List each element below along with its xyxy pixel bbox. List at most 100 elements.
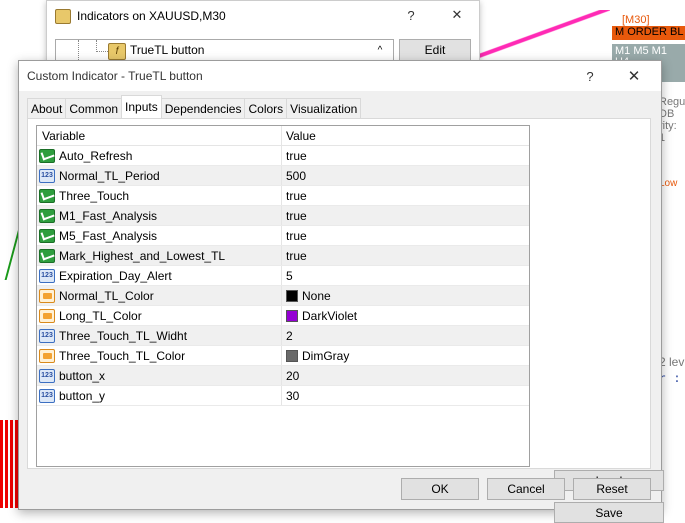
value-text: true <box>286 188 307 203</box>
value-cell[interactable]: 5 <box>282 266 529 285</box>
variable-name: M5_Fast_Analysis <box>59 228 158 243</box>
chart-side-text: Regu DB rity: 1 <box>659 96 685 144</box>
int-icon: 123 <box>39 388 55 403</box>
column-header-variable[interactable]: Variable <box>37 126 282 145</box>
chart-timeframe-label: [M30] <box>622 14 650 26</box>
tab-inputs[interactable]: Inputs <box>121 95 162 118</box>
table-row[interactable]: 123 button_x 20 <box>37 366 529 386</box>
tab-common[interactable]: Common <box>65 98 123 118</box>
tab-dependencies[interactable]: Dependencies <box>160 98 246 118</box>
cancel-button[interactable]: Cancel <box>487 478 565 500</box>
value-text: 2 <box>286 328 293 343</box>
color-swatch <box>286 349 298 362</box>
color-swatch <box>286 309 298 322</box>
inputs-grid: Variable Value Auto_Refresh true 123 Normal… <box>36 125 530 467</box>
grid-rows: Auto_Refresh true 123 Normal_TL_Period 500 Th… <box>37 146 529 406</box>
custom-indicator-dialog: Custom Indicator - TrueTL button ? ✕ Abo… <box>18 60 664 523</box>
variable-name: button_x <box>59 368 106 383</box>
table-row[interactable]: 123 Normal_TL_Period 500 <box>37 166 529 186</box>
value-text: true <box>286 248 307 263</box>
value-cell[interactable]: DarkViolet <box>282 306 529 325</box>
value-cell[interactable]: true <box>282 206 529 225</box>
table-row[interactable]: Three_Touch_TL_Color DimGray <box>37 346 529 366</box>
table-row[interactable]: 123 Three_Touch_TL_Widht 2 <box>37 326 529 346</box>
value-cell[interactable]: 2 <box>282 326 529 345</box>
edit-button[interactable]: Edit <box>399 39 471 61</box>
help-icon[interactable]: ? <box>575 65 605 87</box>
table-row[interactable]: Auto_Refresh true <box>37 146 529 166</box>
variable-cell[interactable]: 123 button_x <box>37 366 282 385</box>
variable-name: Mark_Highest_and_Lowest_TL <box>59 248 226 263</box>
value-cell[interactable]: None <box>282 286 529 305</box>
bool-icon <box>39 148 55 163</box>
save-button[interactable]: Save <box>554 502 664 523</box>
variable-cell[interactable]: Mark_Highest_and_Lowest_TL <box>37 246 282 265</box>
variable-cell[interactable]: M1_Fast_Analysis <box>37 206 282 225</box>
variable-cell[interactable]: M5_Fast_Analysis <box>37 226 282 245</box>
variable-cell[interactable]: 123 Normal_TL_Period <box>37 166 282 185</box>
ok-button[interactable]: OK <box>401 478 479 500</box>
table-row[interactable]: Long_TL_Color DarkViolet <box>37 306 529 326</box>
table-row[interactable]: Normal_TL_Color None <box>37 286 529 306</box>
value-cell[interactable]: 500 <box>282 166 529 185</box>
table-row[interactable]: M5_Fast_Analysis true <box>37 226 529 246</box>
value-text: 5 <box>286 268 293 283</box>
value-cell[interactable]: 30 <box>282 386 529 405</box>
variable-cell[interactable]: Long_TL_Color <box>37 306 282 325</box>
tree-connector <box>78 40 79 62</box>
variable-cell[interactable]: 123 Three_Touch_TL_Widht <box>37 326 282 345</box>
table-row[interactable]: 123 Expiration_Day_Alert 5 <box>37 266 529 286</box>
variable-name: Three_Touch_TL_Color <box>59 348 186 363</box>
tab-about[interactable]: About <box>27 98 67 118</box>
color-icon <box>39 308 55 323</box>
value-cell[interactable]: true <box>282 226 529 245</box>
table-row[interactable]: Three_Touch true <box>37 186 529 206</box>
indicators-window-title: Indicators on XAUUSD,M30 <box>55 5 226 27</box>
variable-cell[interactable]: Auto_Refresh <box>37 146 282 165</box>
inputs-panel: Variable Value Auto_Refresh true 123 Normal… <box>27 118 664 523</box>
indicator-window-icon <box>55 8 71 24</box>
bool-icon <box>39 228 55 243</box>
variable-name: Normal_TL_Period <box>59 168 160 183</box>
variable-cell[interactable]: 123 Expiration_Day_Alert <box>37 266 282 285</box>
value-text: true <box>286 228 307 243</box>
bool-icon <box>39 208 55 223</box>
indicators-window-title-text: Indicators on XAUUSD,M30 <box>77 9 226 23</box>
variable-name: Normal_TL_Color <box>59 288 154 303</box>
column-header-value[interactable]: Value <box>282 126 529 145</box>
color-icon <box>39 288 55 303</box>
close-icon[interactable]: ✕ <box>619 65 649 87</box>
value-text: 30 <box>286 388 300 403</box>
int-icon: 123 <box>39 368 55 383</box>
chevron-up-icon[interactable]: ^ <box>368 39 392 61</box>
tab-visualization[interactable]: Visualization <box>286 98 362 118</box>
variable-cell[interactable]: Three_Touch <box>37 186 282 205</box>
dialog-title: Custom Indicator - TrueTL button <box>27 69 203 83</box>
dialog-titlebar: Custom Indicator - TrueTL button ? ✕ <box>19 61 661 91</box>
value-cell[interactable]: true <box>282 246 529 265</box>
value-cell[interactable]: true <box>282 186 529 205</box>
variable-name: M1_Fast_Analysis <box>59 208 158 223</box>
color-icon <box>39 348 55 363</box>
variable-cell[interactable]: Three_Touch_TL_Color <box>37 346 282 365</box>
variable-name: Three_Touch_TL_Widht <box>59 328 188 343</box>
variable-name: Long_TL_Color <box>59 308 142 323</box>
variable-name: Expiration_Day_Alert <box>59 268 172 283</box>
tree-item-truetl-button[interactable]: TrueTL button <box>130 43 204 57</box>
value-cell[interactable]: DimGray <box>282 346 529 365</box>
value-text: true <box>286 208 307 223</box>
chart-level-text: 2 lev <box>659 355 685 369</box>
help-icon[interactable]: ? <box>397 4 425 26</box>
custom-indicator-icon: f <box>108 43 126 60</box>
value-text: 20 <box>286 368 300 383</box>
table-row[interactable]: 123 button_y 30 <box>37 386 529 406</box>
value-cell[interactable]: 20 <box>282 366 529 385</box>
table-row[interactable]: Mark_Highest_and_Lowest_TL true <box>37 246 529 266</box>
variable-cell[interactable]: 123 button_y <box>37 386 282 405</box>
variable-cell[interactable]: Normal_TL_Color <box>37 286 282 305</box>
value-cell[interactable]: true <box>282 146 529 165</box>
tab-colors[interactable]: Colors <box>244 98 288 118</box>
reset-button[interactable]: Reset <box>573 478 651 500</box>
table-row[interactable]: M1_Fast_Analysis true <box>37 206 529 226</box>
close-icon[interactable]: ✕ <box>443 4 471 26</box>
